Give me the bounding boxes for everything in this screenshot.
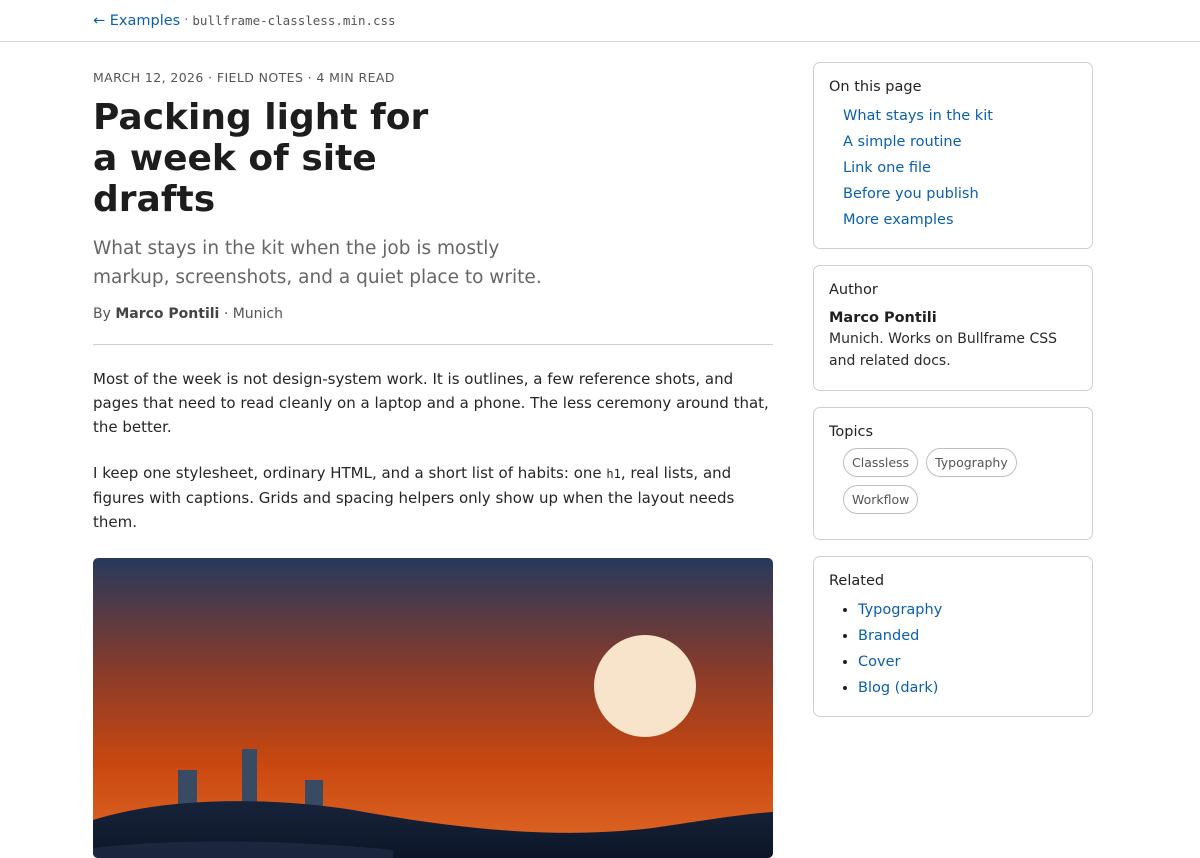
- toc-link-routine[interactable]: A simple routine: [843, 134, 962, 150]
- topic-chip-typography[interactable]: Typography: [926, 448, 1017, 477]
- byline-location: · Munich: [223, 306, 283, 322]
- related-item: Typography: [858, 597, 1077, 623]
- page-layout: MARCH 12, 2026 · FIELD NOTES · 4 MIN REA…: [0, 42, 1200, 858]
- topics-card: Topics Classless Typography Workflow: [813, 407, 1093, 540]
- toc-title: On this page: [829, 79, 922, 95]
- toc-item: Before you publish: [843, 181, 1077, 207]
- examples-back-link[interactable]: ← Examples: [93, 13, 180, 29]
- paragraph-2: I keep one stylesheet, ordinary HTML, an…: [93, 461, 773, 534]
- byline: By Marco Pontili · Munich: [93, 306, 773, 322]
- author-card-title: Author: [829, 282, 878, 298]
- toc-list: What stays in the kit A simple routine L…: [829, 103, 1077, 233]
- top-nav: ← Examples · bullframe-classless.min.css: [0, 0, 1200, 42]
- related-title: Related: [829, 573, 885, 589]
- nav-separator: ·: [184, 13, 189, 28]
- toc-link-kit[interactable]: What stays in the kit: [843, 108, 993, 124]
- author-name: Marco Pontili: [829, 310, 937, 326]
- sunset-illustration: [93, 558, 773, 858]
- toc-item: More examples: [843, 207, 1077, 233]
- inline-code-h1: h1: [606, 467, 621, 481]
- related-link-branded[interactable]: Branded: [858, 628, 919, 644]
- article: MARCH 12, 2026 · FIELD NOTES · 4 MIN REA…: [93, 42, 773, 858]
- toc-link-more-examples[interactable]: More examples: [843, 212, 954, 228]
- toc-item: What stays in the kit: [843, 103, 1077, 129]
- related-item: Blog (dark): [858, 675, 1077, 701]
- toc-item: A simple routine: [843, 129, 1077, 155]
- toc-link-publish[interactable]: Before you publish: [843, 186, 979, 202]
- toc-item: Link one file: [843, 155, 1077, 181]
- topic-chips: Classless Typography Workflow: [829, 448, 1077, 514]
- byline-author: Marco Pontili: [115, 306, 220, 322]
- sidebar: On this page What stays in the kit A sim…: [813, 42, 1093, 733]
- related-item: Cover: [858, 649, 1077, 675]
- article-title: Packing light for a week of site drafts: [93, 97, 429, 220]
- stylesheet-filename: bullframe-classless.min.css: [192, 13, 396, 28]
- related-link-cover[interactable]: Cover: [858, 654, 900, 670]
- sun: [594, 635, 696, 737]
- paragraph-1: Most of the week is not design-system wo…: [93, 370, 769, 436]
- article-subtitle: What stays in the kit when the job is mo…: [93, 238, 542, 288]
- toc-link-one-file[interactable]: Link one file: [843, 160, 931, 176]
- paragraph-2-pre: I keep one stylesheet, ordinary HTML, an…: [93, 464, 602, 482]
- author-bio: Munich. Works on Bullframe CSS and relat…: [829, 331, 1058, 369]
- topic-chip-workflow[interactable]: Workflow: [843, 485, 919, 514]
- article-meta: MARCH 12, 2026 · FIELD NOTES · 4 MIN REA…: [93, 70, 395, 85]
- toc-card: On this page What stays in the kit A sim…: [813, 62, 1093, 249]
- related-card: Related Typography Branded Cover Blog (d…: [813, 556, 1093, 717]
- related-item: Branded: [858, 623, 1077, 649]
- related-link-typography[interactable]: Typography: [858, 602, 942, 618]
- article-divider: [93, 344, 773, 345]
- hero-figure: [93, 558, 773, 858]
- topic-chip-classless[interactable]: Classless: [843, 448, 919, 477]
- topics-title: Topics: [829, 424, 874, 440]
- related-list: Typography Branded Cover Blog (dark): [829, 597, 1077, 701]
- author-card: Author Marco Pontili Munich. Works on Bu…: [813, 265, 1093, 391]
- related-link-blog-dark[interactable]: Blog (dark): [858, 680, 938, 696]
- byline-prefix: By: [93, 306, 111, 322]
